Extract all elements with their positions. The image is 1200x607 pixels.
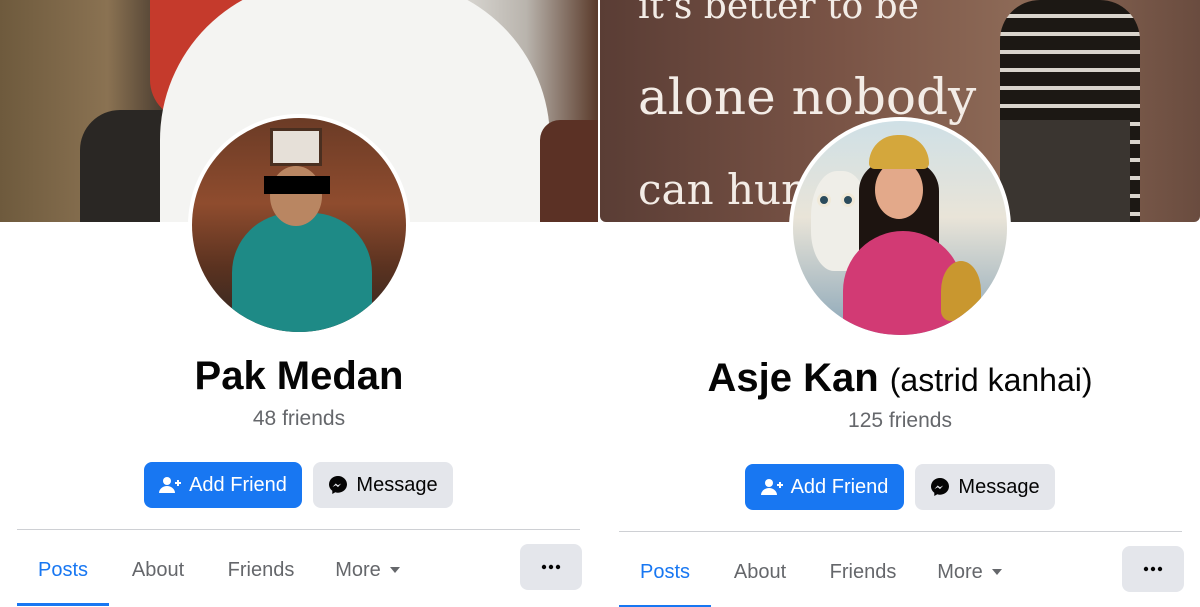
tab-more-label: More [937,560,983,583]
messenger-icon [930,477,950,497]
divider [17,529,580,530]
add-person-icon [159,476,182,494]
message-button[interactable]: Message [313,462,453,508]
tab-friends[interactable]: Friends [813,542,913,602]
picture-frame [270,128,322,166]
add-friend-label: Add Friend [790,475,889,498]
tab-posts[interactable]: Posts [17,540,109,606]
add-friend-button[interactable]: Add Friend [144,462,302,508]
person-body [232,213,372,332]
profile-picture-image [793,121,1007,335]
message-label: Message [958,475,1040,498]
message-button[interactable]: Message [915,464,1055,510]
caret-down-icon [991,568,1003,576]
ellipsis-icon [541,564,561,570]
profile-name: Asje Kan (astrid kanhai) [600,356,1200,401]
profile-tabs: Posts About Friends More [17,540,582,606]
profile-name: Pak Medan [0,354,598,399]
profile-name-text: Asje Kan [707,356,879,400]
profile-picture[interactable] [789,117,1011,339]
cover-text-line: alone nobody [638,68,977,126]
tab-about[interactable]: About [117,540,199,600]
profile-panel-right: it's better to be alone nobody can hurt … [600,0,1200,607]
ellipsis-icon [1143,566,1163,572]
caret-down-icon [389,566,401,574]
divider [619,531,1182,532]
owl-eye [841,193,855,207]
profile-tabs: Posts About Friends More [619,542,1184,607]
figure-crown [869,135,929,169]
profile-picture[interactable] [188,114,410,336]
tab-more[interactable]: More [323,540,413,600]
cover-figure [1000,120,1130,222]
message-label: Message [356,473,438,496]
profile-options-button[interactable] [520,544,582,590]
person-head [270,166,322,226]
censor-bar [264,176,330,194]
profile-panel-left: Pak Medan 48 friends Add Friend Message … [0,0,598,607]
tab-friends[interactable]: Friends [211,540,311,600]
profile-alt-name: (astrid kanhai) [889,362,1093,398]
figure-face [875,161,923,219]
messenger-icon [328,475,348,495]
tab-about[interactable]: About [719,542,801,602]
tab-more[interactable]: More [925,542,1015,602]
cover-text-line: it's better to be [638,0,919,27]
cover-figure [540,120,598,222]
profile-options-button[interactable] [1122,546,1184,592]
add-friend-button[interactable]: Add Friend [745,464,904,510]
tab-posts[interactable]: Posts [619,542,711,607]
friend-count[interactable]: 48 friends [0,407,598,431]
add-friend-label: Add Friend [189,473,287,496]
owl-eye [817,193,831,207]
friend-count[interactable]: 125 friends [600,409,1200,433]
figure-pot [941,261,981,321]
profile-name-text: Pak Medan [194,354,404,398]
tab-more-label: More [335,558,381,581]
profile-picture-image [192,118,406,332]
add-person-icon [760,478,783,496]
